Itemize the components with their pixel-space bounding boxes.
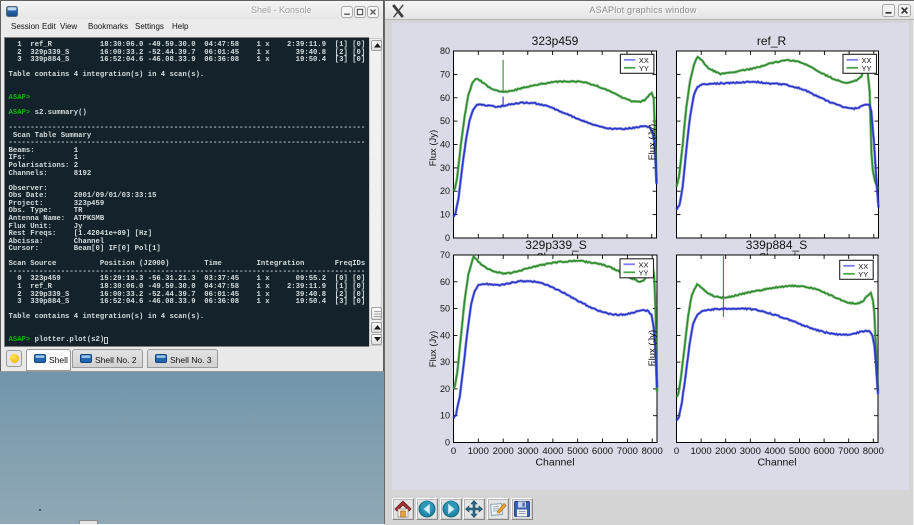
svg-text:0: 0 bbox=[445, 438, 450, 448]
svg-text:6000: 6000 bbox=[592, 446, 613, 457]
svg-text:Flux (Jy): Flux (Jy) bbox=[647, 330, 658, 366]
svg-text:YY: YY bbox=[639, 268, 649, 277]
svg-text:50: 50 bbox=[440, 304, 450, 314]
svg-text:10: 10 bbox=[440, 411, 450, 421]
svg-text:60: 60 bbox=[440, 93, 450, 103]
svg-text:50: 50 bbox=[440, 116, 450, 126]
svg-text:0: 0 bbox=[445, 233, 450, 243]
svg-text:20: 20 bbox=[440, 186, 450, 196]
svg-text:40: 40 bbox=[440, 330, 450, 340]
svg-text:8000: 8000 bbox=[642, 446, 663, 457]
svg-text:4000: 4000 bbox=[542, 446, 563, 457]
svg-text:7000: 7000 bbox=[617, 446, 638, 457]
svg-text:339p884_S: 339p884_S bbox=[746, 238, 807, 252]
svg-text:30: 30 bbox=[440, 163, 450, 173]
svg-text:Flux (Jy): Flux (Jy) bbox=[428, 331, 439, 367]
svg-text:3000: 3000 bbox=[740, 446, 761, 457]
svg-text:YY: YY bbox=[862, 64, 872, 73]
svg-text:70: 70 bbox=[440, 69, 450, 79]
svg-text:YY: YY bbox=[858, 270, 868, 279]
svg-text:2000: 2000 bbox=[715, 446, 736, 457]
svg-text:8000: 8000 bbox=[863, 446, 884, 457]
svg-text:30: 30 bbox=[440, 357, 450, 367]
svg-text:Flux (Jy): Flux (Jy) bbox=[428, 130, 439, 166]
svg-text:Channel: Channel bbox=[535, 457, 574, 469]
svg-text:0: 0 bbox=[451, 446, 456, 457]
svg-text:60: 60 bbox=[440, 277, 450, 287]
svg-text:40: 40 bbox=[440, 140, 450, 150]
svg-text:70: 70 bbox=[440, 250, 450, 260]
svg-text:6000: 6000 bbox=[814, 446, 835, 457]
svg-text:0: 0 bbox=[674, 446, 679, 457]
svg-text:323p459: 323p459 bbox=[532, 34, 579, 48]
svg-text:80: 80 bbox=[440, 46, 450, 56]
svg-text:2000: 2000 bbox=[493, 446, 514, 457]
svg-text:5000: 5000 bbox=[567, 446, 588, 457]
svg-text:4000: 4000 bbox=[764, 446, 785, 457]
svg-text:Flux (Jy): Flux (Jy) bbox=[647, 124, 658, 160]
svg-text:7000: 7000 bbox=[838, 446, 859, 457]
svg-text:Channel: Channel bbox=[757, 457, 796, 469]
svg-text:329p339_S: 329p339_S bbox=[525, 238, 586, 252]
svg-text:3000: 3000 bbox=[517, 446, 538, 457]
svg-text:5000: 5000 bbox=[789, 446, 810, 457]
svg-text:YY: YY bbox=[639, 64, 649, 73]
svg-text:20: 20 bbox=[440, 384, 450, 394]
svg-text:1000: 1000 bbox=[691, 446, 712, 457]
svg-text:ref_R: ref_R bbox=[757, 34, 787, 48]
svg-text:1000: 1000 bbox=[468, 446, 489, 457]
svg-text:10: 10 bbox=[440, 210, 450, 220]
